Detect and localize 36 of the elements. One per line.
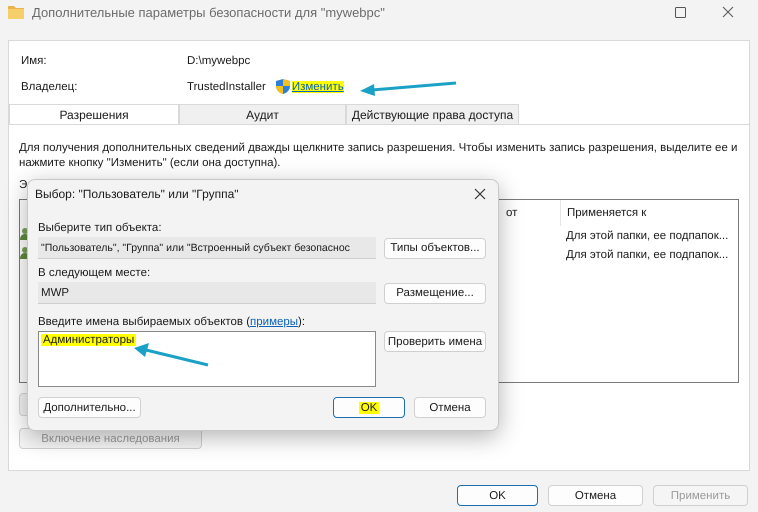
folder-icon [8,5,24,19]
check-names-button[interactable]: Проверить имена [384,331,486,352]
column-header: от [505,206,518,221]
location-field[interactable]: MWP [38,282,376,304]
close-icon[interactable] [474,188,486,200]
ok-button[interactable]: OK [333,397,405,418]
dialog-title: Выбор: "Пользователь" или "Группа" [35,187,239,201]
field-label: Владелец: [21,80,78,92]
cancel-button[interactable]: Отмена [548,485,643,506]
cancel-button[interactable]: Отмена [414,397,486,418]
ok-button[interactable]: OK [457,485,538,506]
section-label: Э [19,179,28,191]
change-owner-link[interactable]: Изменить [292,80,344,92]
field-label: Введите имена выбираемых объектов (примеры): [38,316,306,328]
advanced-button[interactable]: Дополнительно... [38,397,141,418]
locations-button[interactable]: Размещение... [384,282,486,304]
description-text: Для получения дополнительных сведений дважды щелкните запись разрешения. Чтобы изменить запись разрешения, выделите ее и нажмите кнопку "Изменить" (если она доступна). [19,141,738,171]
object-types-button[interactable]: Типы объектов... [384,238,486,258]
field-value: TrustedInstaller [187,80,266,92]
examples-link[interactable]: примеры [250,316,298,328]
close-icon[interactable] [722,6,734,18]
window-title: Дополнительные параметры безопасности для "mywebpc" [32,4,386,20]
shield-icon [276,79,290,94]
object-type-field[interactable]: "Пользователь", "Группа" или "Встроенный субъект безопаснос [38,237,376,259]
field-label: Выберите тип объекта: [38,222,163,234]
maximize-icon[interactable] [674,6,686,18]
column-header: Применяется к [560,200,740,226]
object-names-field[interactable]: Администраторы [38,331,376,387]
tab[interactable]: Разрешения [9,104,179,125]
field-label: В следующем месте: [38,267,152,279]
table-cell-text: Для этой папки, ее подпапок... [565,230,730,242]
table-cell-text: Для этой папки, ее подпапок... [565,248,730,260]
tab[interactable]: Действующие права доступа [346,104,519,125]
field-label: Имя: [21,55,48,67]
field-value: D:\mywebpc [187,55,252,67]
tab[interactable]: Аудит [179,104,346,125]
